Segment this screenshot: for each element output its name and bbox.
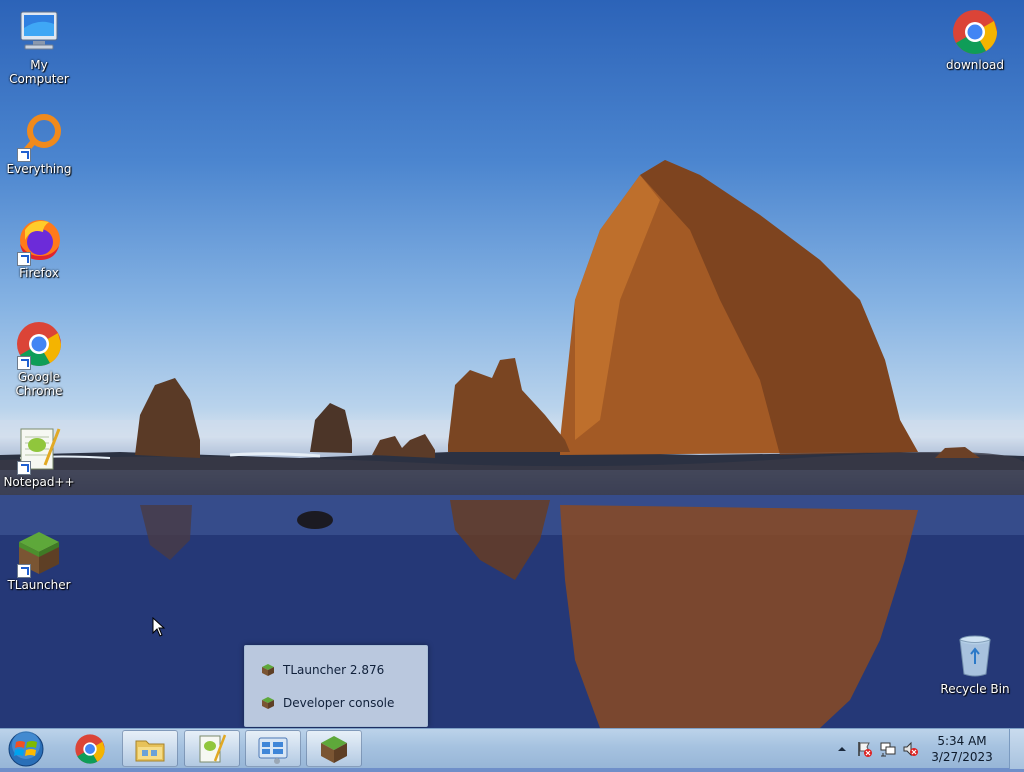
desktop-icon-label: My Computer — [9, 58, 69, 86]
recycle-bin-icon — [959, 635, 991, 677]
shortcut-arrow-icon — [17, 461, 31, 475]
desktop-icon-label: Google Chrome — [15, 370, 63, 398]
desktop-icon-label: Notepad++ — [3, 475, 75, 489]
tlauncher-jump-list: TLauncher 2.876 Developer console — [244, 645, 428, 727]
mouse-cursor-icon — [152, 617, 166, 637]
shortcut-arrow-icon — [17, 148, 31, 162]
show-hidden-icons-arrow[interactable] — [836, 743, 848, 755]
desktop-icon-notepadpp[interactable]: Notepad++ — [0, 425, 78, 489]
desktop-icon-everything[interactable]: Everything — [0, 112, 78, 176]
chrome-icon — [953, 10, 997, 54]
desktop-icon-recycle-bin[interactable]: Recycle Bin — [936, 632, 1014, 696]
desktop[interactable]: My Computer Everything Firefox Google Ch… — [0, 0, 1024, 728]
desktop-icon-tlauncher[interactable]: TLauncher — [0, 528, 78, 592]
taskbar-button-chrome[interactable] — [62, 730, 118, 767]
volume-muted-icon[interactable] — [902, 741, 918, 757]
control-panel-icon — [258, 737, 288, 764]
shortcut-arrow-icon — [17, 356, 31, 370]
jump-list-item-label: Developer console — [283, 696, 395, 710]
windows-orb-icon — [8, 731, 44, 767]
jump-list-item-developer-console[interactable]: Developer console — [261, 692, 394, 714]
desktop-icon-label: Recycle Bin — [940, 682, 1010, 696]
taskbar: 5:34 AM 3/27/2023 — [0, 728, 1024, 769]
jump-list-item-tlauncher[interactable]: TLauncher 2.876 — [261, 659, 384, 681]
notepadpp-icon — [199, 734, 227, 762]
jump-list-item-label: TLauncher 2.876 — [283, 663, 385, 677]
desktop-icon-download[interactable]: download — [936, 8, 1014, 72]
clock-time[interactable]: 5:34 AM — [928, 734, 996, 748]
desktop-icon-label: Firefox — [19, 266, 59, 280]
action-center-flag-icon[interactable] — [856, 741, 872, 757]
desktop-icon-my-computer[interactable]: My Computer — [0, 8, 78, 86]
shortcut-arrow-icon — [17, 252, 31, 266]
show-desktop-button[interactable] — [1009, 729, 1024, 769]
system-tray: 5:34 AM 3/27/2023 — [834, 729, 1024, 769]
tlauncher-grass-block-icon — [262, 664, 274, 676]
network-icon[interactable] — [880, 741, 896, 757]
taskbar-button-notepadpp[interactable] — [184, 730, 240, 767]
desktop-icon-google-chrome[interactable]: Google Chrome — [0, 320, 78, 398]
desktop-icon-label: download — [945, 58, 1005, 72]
tlauncher-grass-block-icon — [321, 735, 347, 763]
desktop-icon-label: Everything — [6, 162, 72, 176]
taskbar-button-file-explorer[interactable] — [122, 730, 178, 767]
computer-icon — [20, 11, 58, 50]
taskbar-button-tlauncher[interactable] — [306, 730, 362, 767]
start-button[interactable] — [4, 730, 48, 768]
clock-date[interactable]: 3/27/2023 — [928, 750, 996, 764]
folder-icon — [135, 740, 165, 761]
taskbar-button-control-panel[interactable] — [245, 730, 301, 767]
tlauncher-grass-block-icon — [262, 697, 274, 709]
shortcut-arrow-icon — [17, 564, 31, 578]
desktop-icon-label: TLauncher — [7, 578, 71, 592]
chrome-icon — [75, 733, 105, 764]
desktop-icon-firefox[interactable]: Firefox — [0, 216, 78, 280]
